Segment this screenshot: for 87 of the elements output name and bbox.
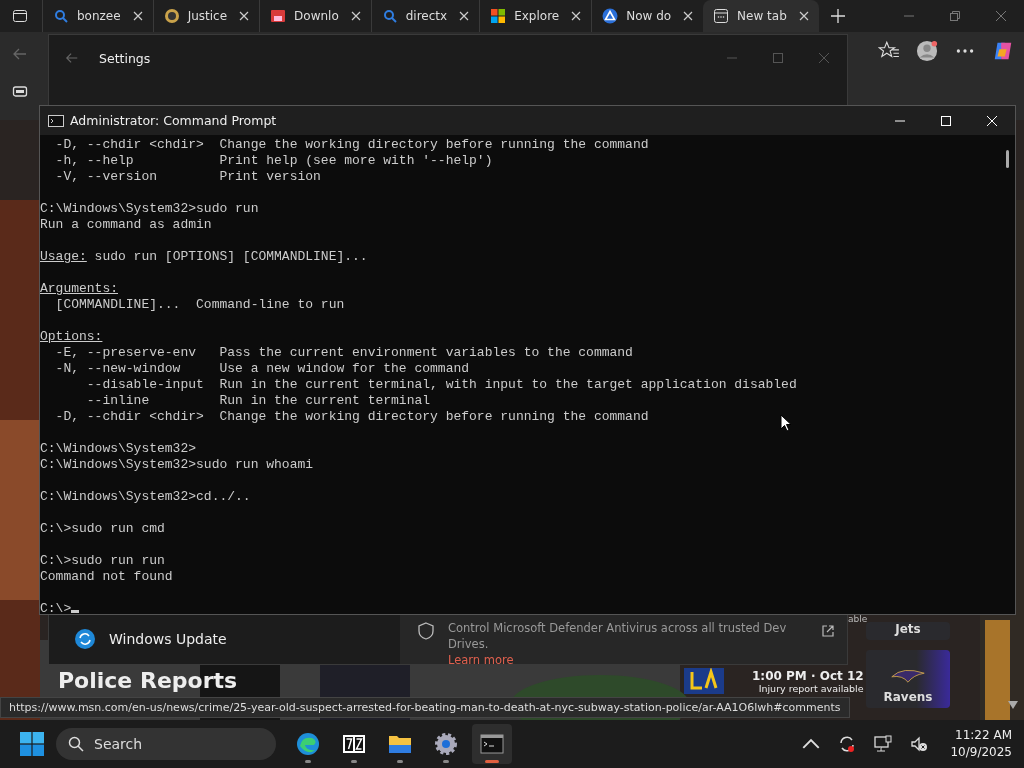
browser-tab[interactable]: New tab <box>703 0 819 32</box>
console-line: -E, --preserve-env Pass the current environment variables to the command <box>54 345 633 360</box>
restore-icon[interactable] <box>950 11 960 21</box>
new-tab-icon <box>713 8 730 24</box>
game-time: 1:00 PM · Oct 12 <box>752 668 864 683</box>
profile-avatar-icon[interactable] <box>916 40 938 62</box>
browser-tab[interactable]: Downlo <box>259 0 371 32</box>
window-title: Administrator: Command Prompt <box>70 113 277 128</box>
console-line: C:\Windows\System32> <box>40 441 197 456</box>
status-url: https://www.msn.com/en-us/news/crime/25-year-old-suspect-arrested-for-beating-man-to-death-at-nyc-subway-station-police/ar-AA1O6lwh#comments <box>0 697 850 718</box>
tab-actions-icon[interactable] <box>12 8 28 24</box>
console-line: [COMMANDLINE]... Command-line to run <box>54 297 345 312</box>
game-note: Injury report available <box>757 682 864 694</box>
shield-icon <box>418 622 434 640</box>
copilot-icon[interactable] <box>992 40 1014 62</box>
external-link-icon[interactable] <box>821 624 835 638</box>
sync-icon[interactable] <box>838 735 857 753</box>
search-icon <box>381 8 398 24</box>
volume-muted-icon[interactable] <box>910 735 929 753</box>
archive-app-icon <box>342 732 366 756</box>
scroll-down-icon[interactable] <box>1008 701 1018 709</box>
mouse-pointer-icon <box>780 414 792 432</box>
clock-time: 11:22 AM <box>955 727 1012 744</box>
search-field[interactable]: Search <box>56 728 276 760</box>
store-icon <box>270 8 287 24</box>
tab-title: Justice <box>187 9 229 23</box>
windows-start-icon[interactable] <box>20 732 44 756</box>
triangle-logo-icon <box>602 8 619 24</box>
section-heading: Options: <box>40 329 103 344</box>
headline[interactable]: Police Reports <box>58 668 238 693</box>
tab-title: Explore <box>514 9 561 23</box>
console-line: -D, --chdir <chdir> Change the working directory before running the command <box>54 137 649 152</box>
learn-more-link[interactable]: Learn more <box>448 652 807 668</box>
card-text: able <box>848 614 868 624</box>
console-line: C:\Windows\System32>cd../.. <box>40 489 251 504</box>
console-line: C:\>sudo run cmd <box>40 521 165 536</box>
card-description: Control Microsoft Defender Antivirus across all trusted Dev Drives. <box>448 620 788 652</box>
tab-title: bonzee <box>77 9 122 23</box>
section-heading: Usage: <box>40 249 87 264</box>
browser-tab[interactable]: Justice <box>152 0 260 32</box>
clock-date: 10/9/2025 <box>950 744 1012 761</box>
terminal-icon <box>48 114 64 127</box>
team-card[interactable]: Jets <box>866 622 950 640</box>
console-line: -D, --chdir <chdir> Change the working directory before running the command <box>54 409 649 424</box>
scrollbar-thumb[interactable] <box>1006 150 1009 168</box>
window-title: Settings <box>99 50 151 66</box>
clock[interactable]: 11:22 AM 10/9/2025 <box>950 727 1012 761</box>
browser-tab[interactable]: Now do <box>591 0 704 32</box>
browser-tab[interactable]: directx <box>370 0 480 32</box>
search-icon <box>68 736 84 752</box>
network-icon[interactable] <box>874 735 893 753</box>
browser-tab[interactable]: Explore <box>479 0 592 32</box>
console-line: --disable-input Run in the current terminal, with input to the target application disabled <box>85 377 797 392</box>
refresh-icon <box>75 629 95 649</box>
settings-icon <box>434 732 458 756</box>
nav-item[interactable]: Windows Update <box>49 614 345 664</box>
console-line: sudo run [OPTIONS] [COMMANDLINE]... <box>93 249 368 264</box>
taskbar-app[interactable] <box>472 724 512 764</box>
tab-title: New tab <box>737 9 788 23</box>
seal-icon <box>163 8 180 24</box>
back-arrow-icon[interactable] <box>65 51 79 65</box>
new-tab-plus-icon[interactable] <box>830 9 845 23</box>
tab-title: directx <box>405 9 449 23</box>
back-arrow-icon[interactable] <box>12 46 28 62</box>
console-line: -h, --help Print help (see more with '--help') <box>54 153 493 168</box>
tab-title: Now do <box>626 9 673 23</box>
console-line: Run a command as admin <box>40 217 212 232</box>
console-line: --inline Run in the current terminal <box>85 393 431 408</box>
console-prompt: C:\> <box>40 601 72 614</box>
section-heading: Arguments: <box>40 281 118 296</box>
console-line: C:\Windows\System32>sudo run whoami <box>40 457 314 472</box>
team-name: Ravens <box>883 690 933 704</box>
console-line: C:\>sudo run run <box>40 553 165 568</box>
console-line: C:\Windows\System32>sudo run <box>40 201 259 216</box>
team-logo-icon <box>684 668 724 694</box>
console-line: -N, --new-window Use a new window for the command <box>54 361 470 376</box>
team-card[interactable]: Ravens <box>866 650 950 708</box>
text-cursor <box>71 610 80 613</box>
console-line: -V, --version Print version <box>54 169 321 184</box>
console-line: Command not found <box>40 569 173 584</box>
browser-tab[interactable]: bonzee <box>42 0 153 32</box>
browser-icon <box>296 732 320 756</box>
windows-logo-icon <box>490 8 507 24</box>
sidebar-panel-icon[interactable] <box>12 84 28 100</box>
tab-title: Downlo <box>294 9 340 23</box>
terminal-icon <box>480 732 504 756</box>
search-icon <box>53 8 69 24</box>
